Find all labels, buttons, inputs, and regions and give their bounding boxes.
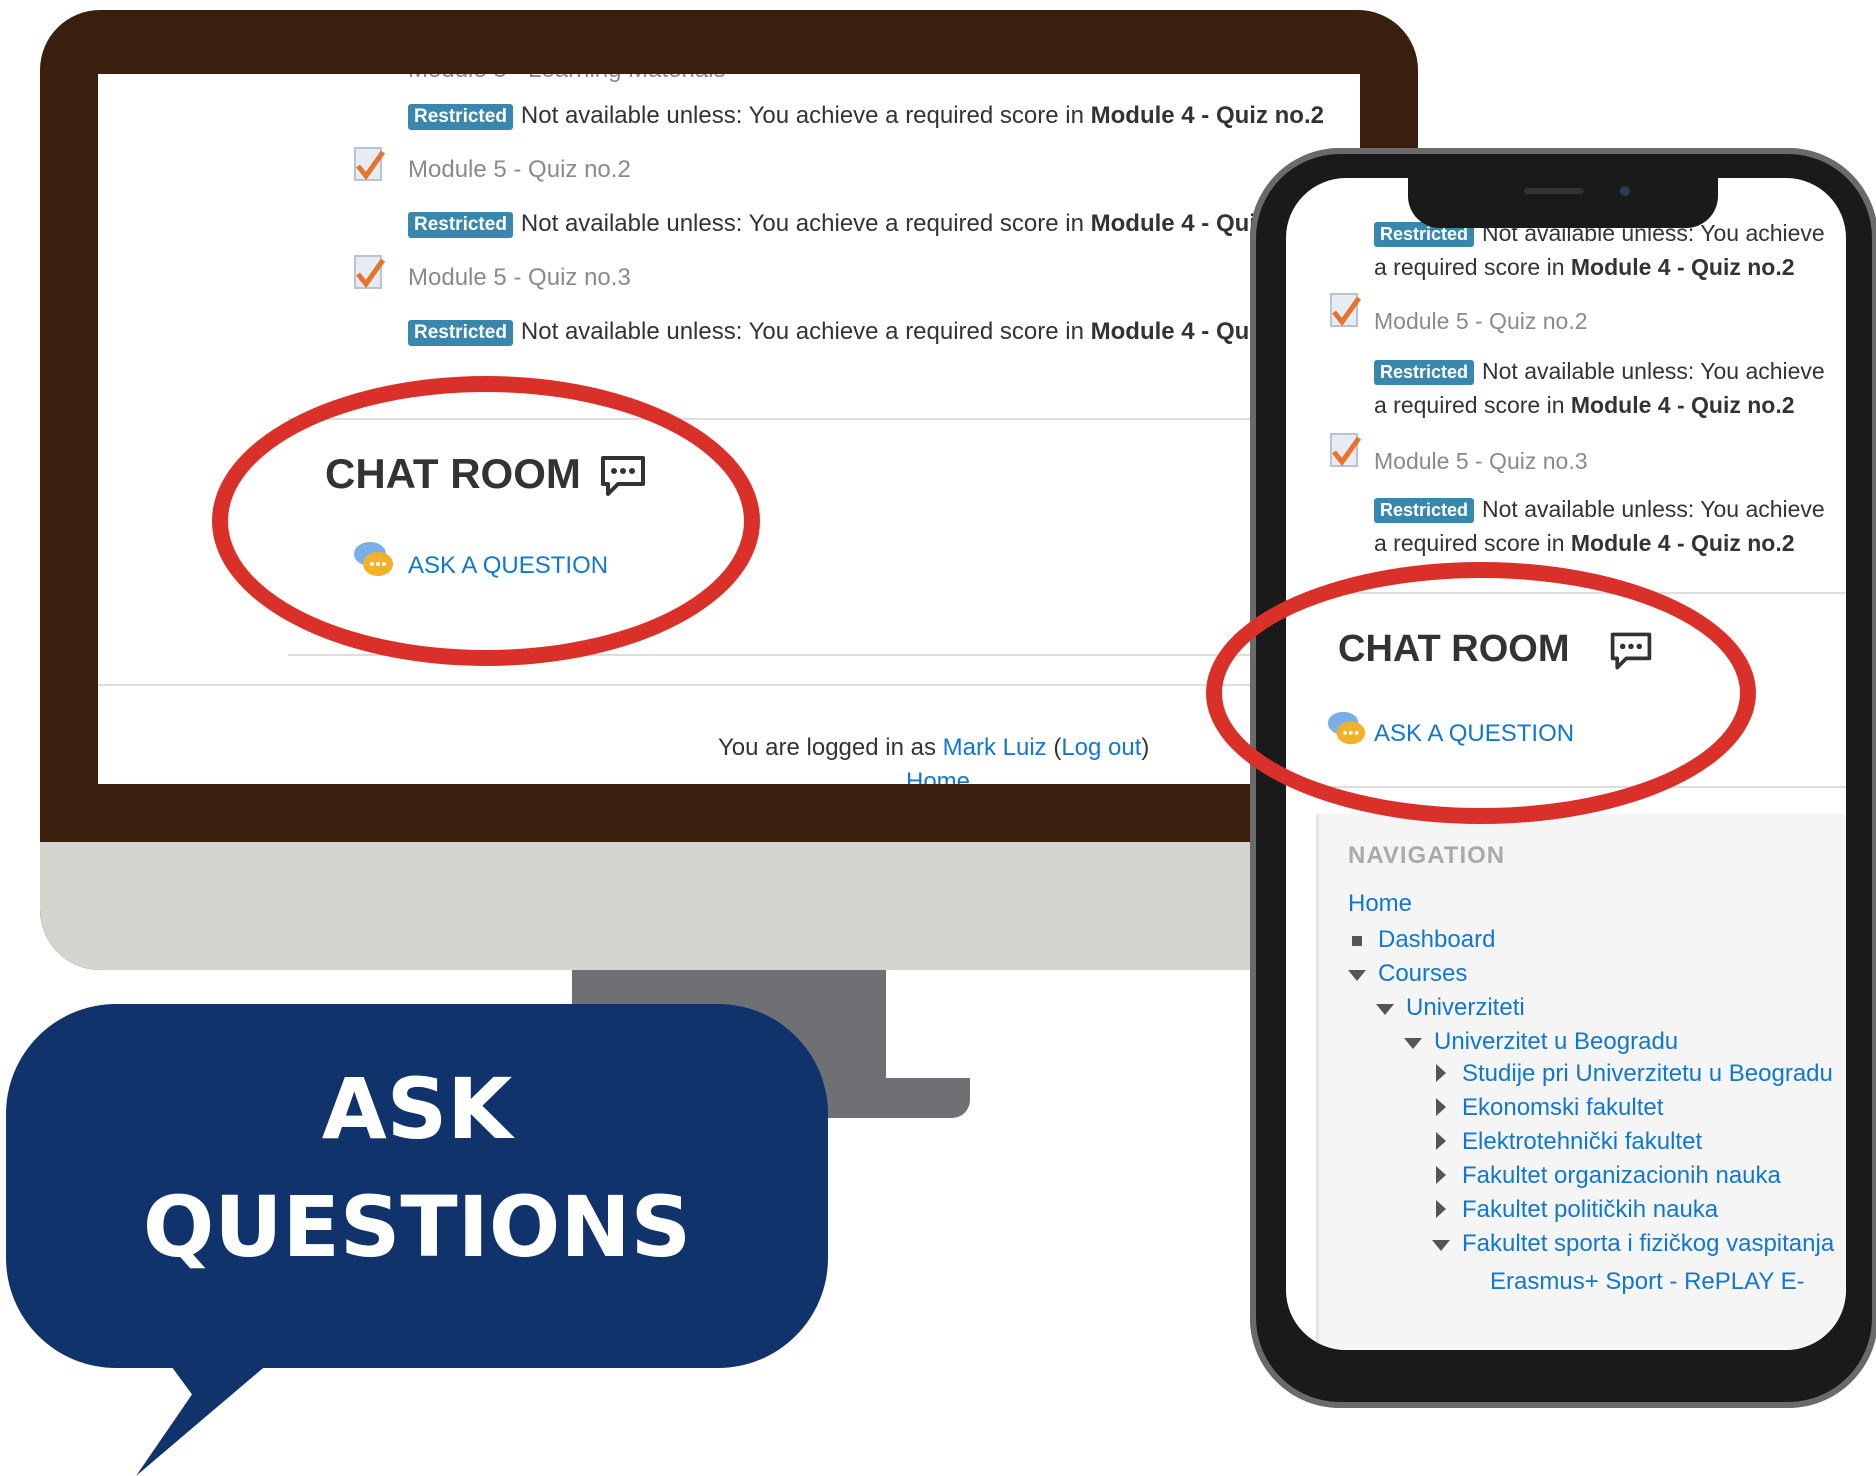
quiz-link[interactable]: Module 5 - Quiz no.2 bbox=[1374, 308, 1588, 335]
nav-item-home[interactable]: Home bbox=[1348, 890, 1412, 918]
restriction-text: a required score in bbox=[1374, 392, 1571, 418]
restriction-bold: Module 4 - Quiz no.2 bbox=[1570, 530, 1795, 556]
restriction-text: a required score in bbox=[1374, 530, 1571, 556]
restriction-text: Not available unless: You achieve a requ… bbox=[520, 318, 1091, 345]
phone-speaker bbox=[1524, 188, 1584, 194]
phone-notch bbox=[1408, 176, 1718, 228]
restriction-text: Not available unless: You achieve a requ… bbox=[520, 102, 1091, 129]
restriction-row: Restricted Not available unless: You achi… bbox=[408, 102, 1324, 130]
logout-link[interactable]: Log out bbox=[1061, 734, 1141, 761]
quiz-icon bbox=[354, 147, 386, 181]
restriction-bold: Module 4 - Quiz no.2 bbox=[1090, 102, 1324, 129]
restriction-text: Not available unless: You achieve bbox=[1482, 358, 1825, 384]
restricted-badge: Restricted bbox=[408, 103, 513, 130]
caret-right-icon[interactable] bbox=[1436, 1064, 1446, 1082]
caret-down-icon[interactable] bbox=[1432, 1240, 1450, 1251]
quiz-icon bbox=[1330, 433, 1362, 467]
square-bullet-icon bbox=[1352, 936, 1362, 946]
restriction-text: Not available unless: You achieve bbox=[1482, 496, 1825, 522]
restriction-row-cont: a required score in Module 4 - Quiz no.2 bbox=[1374, 254, 1795, 281]
caret-down-icon[interactable] bbox=[1404, 1038, 1422, 1049]
caret-down-icon[interactable] bbox=[1348, 970, 1366, 981]
login-prefix: You are logged in as bbox=[718, 734, 943, 761]
restricted-badge: Restricted bbox=[408, 211, 513, 238]
caret-right-icon[interactable] bbox=[1436, 1132, 1446, 1150]
quiz-link[interactable]: Module 5 - Quiz no.3 bbox=[408, 264, 631, 292]
phone-camera bbox=[1620, 186, 1630, 196]
restricted-badge: Restricted bbox=[1374, 498, 1475, 524]
nav-item-courses[interactable]: Courses bbox=[1378, 960, 1467, 988]
nav-item-faculty[interactable]: Fakultet političkih nauka bbox=[1462, 1196, 1718, 1224]
quiz-icon bbox=[1330, 293, 1362, 327]
restriction-bold: Module 4 - Quiz no.2 bbox=[1570, 254, 1795, 280]
footer-divider bbox=[98, 684, 1360, 686]
restriction-row-cont: a required score in Module 4 - Quiz no.2 bbox=[1374, 392, 1795, 419]
restriction-row: Restricted Not available unless: You achi… bbox=[408, 210, 1324, 238]
highlight-ellipse bbox=[212, 376, 760, 666]
caret-right-icon[interactable] bbox=[1436, 1166, 1446, 1184]
quiz-link[interactable]: Module 5 - Quiz no.2 bbox=[408, 156, 631, 184]
user-link[interactable]: Mark Luiz bbox=[943, 734, 1047, 761]
nav-item-university[interactable]: Univerzitet u Beogradu bbox=[1434, 1028, 1678, 1056]
nav-item-faculty[interactable]: Fakultet sporta i fizičkog vaspitanja bbox=[1462, 1230, 1834, 1258]
restriction-row-cont: a required score in Module 4 - Quiz no.2 bbox=[1374, 530, 1795, 557]
restriction-row: Restricted Not available unless: You achi… bbox=[1374, 496, 1825, 524]
caret-right-icon[interactable] bbox=[1436, 1200, 1446, 1218]
restriction-bold: Module 4 - Quiz no.2 bbox=[1570, 392, 1795, 418]
restriction-text: Not available unless: You achieve a requ… bbox=[520, 210, 1091, 237]
paren: ) bbox=[1141, 734, 1150, 761]
footer-home-link[interactable]: Home bbox=[906, 768, 970, 784]
paren: ( bbox=[1046, 734, 1062, 761]
bubble-line-1: ASK bbox=[321, 1060, 513, 1158]
nav-item-faculty[interactable]: Studije pri Univerzitetu u Beogradu bbox=[1462, 1060, 1833, 1088]
login-info: You are logged in as Mark Luiz (Log out) bbox=[718, 734, 1149, 762]
highlight-ellipse bbox=[1206, 562, 1756, 824]
nav-item-dashboard[interactable]: Dashboard bbox=[1378, 926, 1495, 954]
quiz-link[interactable]: Module 5 - Quiz no.3 bbox=[1374, 448, 1588, 475]
restricted-badge: Restricted bbox=[408, 319, 513, 346]
speech-bubble-text: ASK QUESTIONS bbox=[6, 1050, 828, 1286]
restriction-text: a required score in bbox=[1374, 254, 1571, 280]
nav-item-faculty[interactable]: Fakultet organizacionih nauka bbox=[1462, 1162, 1781, 1190]
monitor-chin bbox=[40, 842, 1418, 970]
restricted-badge: Restricted bbox=[1374, 360, 1475, 386]
caret-right-icon[interactable] bbox=[1436, 1098, 1446, 1116]
navigation-heading: NAVIGATION bbox=[1348, 842, 1506, 869]
nav-item-faculty[interactable]: Elektrotehnički fakultet bbox=[1462, 1128, 1702, 1156]
quiz-icon bbox=[354, 255, 386, 289]
restriction-row: Restricted Not available unless: You achi… bbox=[408, 318, 1324, 346]
partial-module-title: Module 5 - Learning Materials bbox=[408, 74, 726, 84]
restriction-row: Restricted Not available unless: You achi… bbox=[1374, 358, 1825, 386]
caret-down-icon[interactable] bbox=[1376, 1004, 1394, 1015]
nav-item-faculty[interactable]: Ekonomski fakultet bbox=[1462, 1094, 1663, 1122]
bubble-line-2: QUESTIONS bbox=[142, 1178, 692, 1276]
nav-item-course[interactable]: Erasmus+ Sport - RePLAY E- bbox=[1490, 1268, 1805, 1296]
nav-item-univerziteti[interactable]: Univerziteti bbox=[1406, 994, 1525, 1022]
